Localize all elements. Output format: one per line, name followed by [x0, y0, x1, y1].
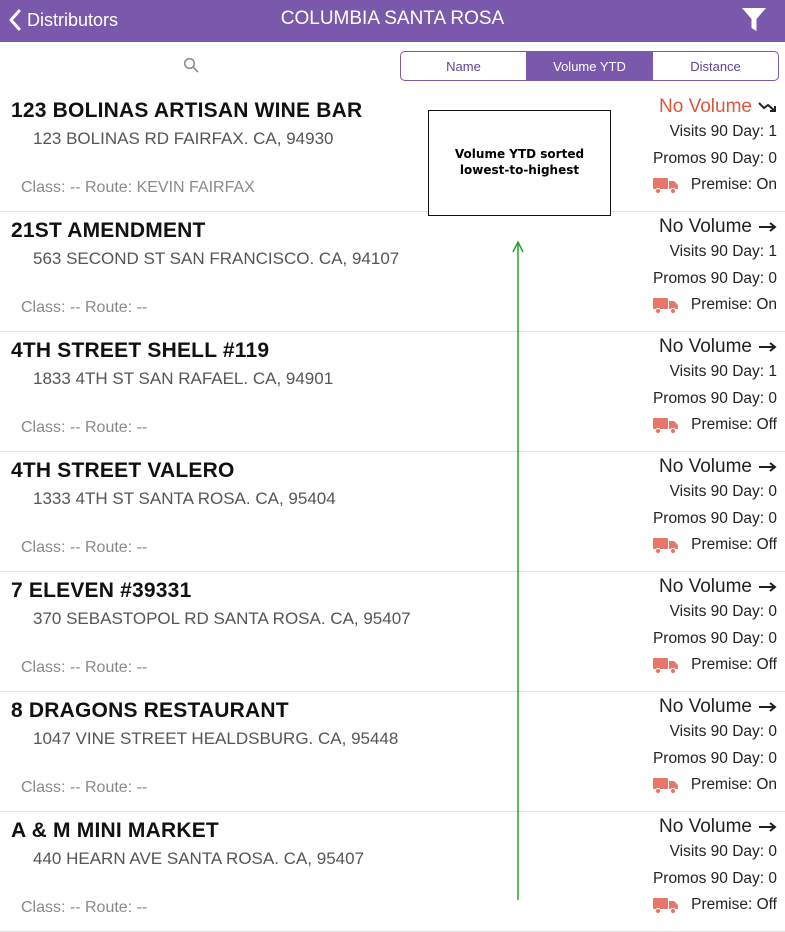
premise-label: Premise: On: [690, 296, 777, 313]
account-name: 8 DRAGONS RESTAURANT: [11, 699, 289, 722]
premise-status: Premise: On: [652, 176, 777, 194]
account-name: A & M MINI MARKET: [11, 819, 219, 842]
volume-label: No Volume: [659, 96, 752, 117]
volume-status: No Volume: [659, 456, 778, 478]
volume-status: No Volume: [659, 336, 778, 358]
promos-90-day: Promos 90 Day: 0: [652, 630, 777, 647]
visits-90-day: Visits 90 Day: 0: [669, 723, 777, 740]
volume-status: No Volume: [659, 696, 778, 718]
trend-down-icon: [758, 102, 776, 112]
volume-status: No Volume: [659, 96, 778, 118]
account-address: 1047 VINE STREET HEALDSBURG. CA, 95448: [33, 729, 399, 748]
volume-label: No Volume: [659, 216, 752, 237]
truck-icon: [653, 898, 679, 914]
premise-status: Premise: On: [652, 776, 777, 794]
volume-label: No Volume: [659, 576, 752, 597]
volume-label: No Volume: [659, 696, 752, 717]
truck-icon: [653, 418, 679, 434]
truck-icon: [652, 778, 678, 794]
trend-flat-icon: [759, 702, 777, 712]
premise-label: Premise: On: [690, 776, 777, 793]
account-address: 440 HEARN AVE SANTA ROSA. CA, 95407: [33, 849, 365, 868]
truck-icon: [652, 178, 678, 194]
visits-90-day: Visits 90 Day: 1: [669, 243, 777, 260]
truck-icon: [653, 658, 679, 674]
filter-button[interactable]: [741, 6, 767, 34]
account-address: 1333 4TH ST SANTA ROSA. CA, 95404: [33, 489, 336, 508]
sort-tab-name[interactable]: Name: [401, 52, 526, 80]
premise-label: Premise: Off: [691, 656, 777, 673]
sort-segmented-control: Name Volume YTD Distance: [400, 51, 779, 81]
trend-flat-icon: [759, 582, 777, 592]
annotation-text: Volume YTD sorted lowest-to-highest: [454, 147, 585, 177]
volume-label: No Volume: [659, 456, 752, 477]
account-row[interactable]: 4TH STREET SHELL #119 1833 4TH ST SAN RA…: [0, 332, 785, 452]
account-class-route: Class: -- Route: --: [21, 419, 148, 436]
trend-flat-icon: [759, 822, 777, 832]
account-address: 563 SECOND ST SAN FRANCISCO. CA, 94107: [33, 249, 400, 268]
visits-90-day: Visits 90 Day: 0: [669, 603, 777, 620]
premise-label: Premise: On: [690, 176, 777, 193]
account-name: 7 ELEVEN #39331: [11, 579, 192, 602]
sort-tab-volume-ytd[interactable]: Volume YTD: [526, 52, 652, 80]
account-row[interactable]: 21ST AMENDMENT 563 SECOND ST SAN FRANCIS…: [0, 212, 785, 332]
search-icon: [183, 57, 199, 73]
truck-icon: [653, 538, 679, 554]
visits-90-day: Visits 90 Day: 0: [669, 483, 777, 500]
account-name: 21ST AMENDMENT: [11, 219, 206, 242]
premise-status: Premise: Off: [653, 416, 777, 434]
account-class-route: Class: -- Route: --: [21, 539, 148, 556]
account-class-route: Class: -- Route: --: [21, 299, 148, 316]
top-navigation-bar: Distributors COLUMBIA SANTA ROSA: [0, 0, 785, 42]
account-row[interactable]: 123 BOLINAS ARTISAN WINE BAR 123 BOLINAS…: [0, 92, 785, 212]
promos-90-day: Promos 90 Day: 0: [652, 390, 777, 407]
sort-tab-distance[interactable]: Distance: [652, 52, 778, 80]
account-class-route: Class: -- Route: --: [21, 659, 148, 676]
trend-flat-icon: [759, 222, 777, 232]
account-address: 370 SEBASTOPOL RD SANTA ROSA. CA, 95407: [33, 609, 411, 628]
account-name: 4TH STREET VALERO: [11, 459, 235, 482]
premise-status: Premise: On: [652, 296, 777, 314]
account-class-route: Class: -- Route: KEVIN FAIRFAX: [21, 179, 255, 196]
account-class-route: Class: -- Route: --: [21, 779, 148, 796]
account-list: 123 BOLINAS ARTISAN WINE BAR 123 BOLINAS…: [0, 92, 785, 932]
account-address: 1833 4TH ST SAN RAFAEL. CA, 94901: [33, 369, 334, 388]
trend-flat-icon: [759, 342, 777, 352]
volume-status: No Volume: [659, 216, 778, 238]
premise-label: Premise: Off: [691, 536, 777, 553]
account-row[interactable]: A & M MINI MARKET 440 HEARN AVE SANTA RO…: [0, 812, 785, 932]
annotation-callout: Volume YTD sorted lowest-to-highest: [428, 110, 611, 216]
account-row[interactable]: 7 ELEVEN #39331 370 SEBASTOPOL RD SANTA …: [0, 572, 785, 692]
account-name: 123 BOLINAS ARTISAN WINE BAR: [11, 99, 363, 122]
volume-status: No Volume: [659, 816, 778, 838]
filter-icon: [742, 8, 766, 31]
back-button[interactable]: Distributors: [8, 7, 118, 33]
visits-90-day: Visits 90 Day: 1: [669, 363, 777, 380]
promos-90-day: Promos 90 Day: 0: [652, 150, 777, 167]
premise-status: Premise: Off: [653, 896, 777, 914]
account-class-route: Class: -- Route: --: [21, 899, 148, 916]
visits-90-day: Visits 90 Day: 0: [669, 843, 777, 860]
account-row[interactable]: 4TH STREET VALERO 1333 4TH ST SANTA ROSA…: [0, 452, 785, 572]
promos-90-day: Promos 90 Day: 0: [652, 750, 777, 767]
account-name: 4TH STREET SHELL #119: [11, 339, 270, 362]
premise-label: Premise: Off: [691, 416, 777, 433]
chevron-left-icon: [9, 9, 21, 31]
premise-status: Premise: Off: [653, 656, 777, 674]
account-address: 123 BOLINAS RD FAIRFAX. CA, 94930: [33, 129, 334, 148]
volume-status: No Volume: [659, 576, 778, 598]
promos-90-day: Promos 90 Day: 0: [652, 270, 777, 287]
premise-label: Premise: Off: [691, 896, 777, 913]
visits-90-day: Visits 90 Day: 1: [669, 123, 777, 140]
trend-flat-icon: [759, 462, 777, 472]
premise-status: Premise: Off: [653, 536, 777, 554]
volume-label: No Volume: [659, 816, 752, 837]
volume-label: No Volume: [659, 336, 752, 357]
sort-direction-arrow-icon: [512, 240, 524, 900]
promos-90-day: Promos 90 Day: 0: [652, 510, 777, 527]
back-button-label: Distributors: [27, 9, 119, 30]
account-row[interactable]: 8 DRAGONS RESTAURANT 1047 VINE STREET HE…: [0, 692, 785, 812]
promos-90-day: Promos 90 Day: 0: [652, 870, 777, 887]
truck-icon: [652, 298, 678, 314]
